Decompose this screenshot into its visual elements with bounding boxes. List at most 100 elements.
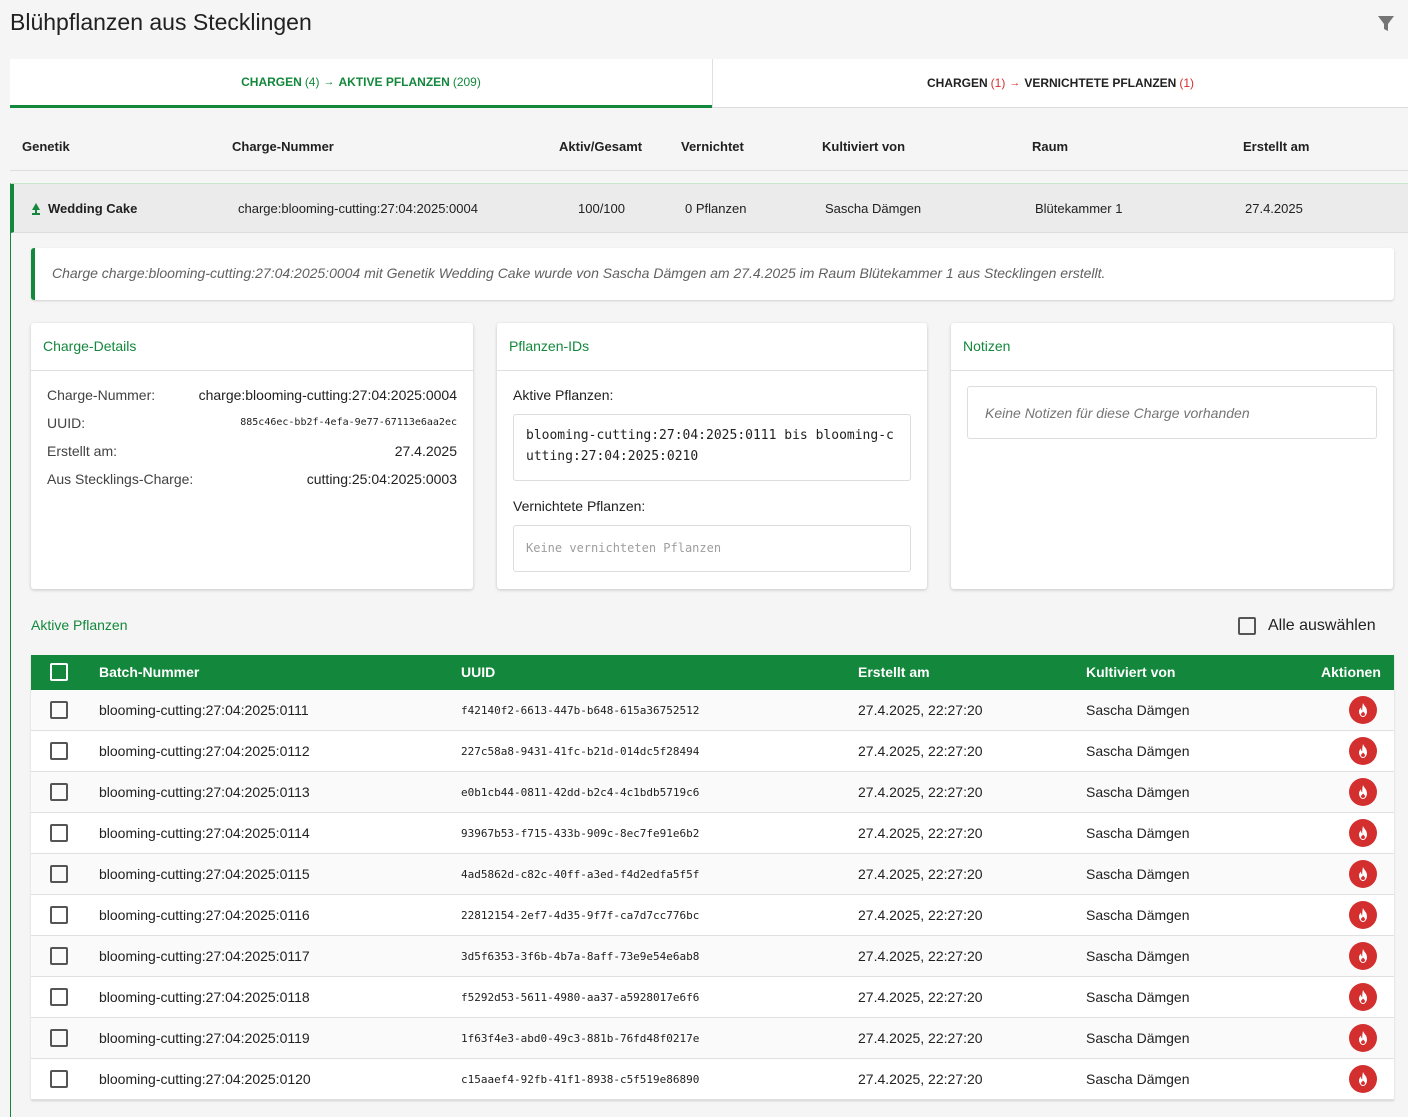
fire-icon	[1359, 867, 1367, 881]
row-select-checkbox[interactable]	[50, 906, 68, 924]
cell-uuid: 1f63f4e3-abd0-49c3-881b-76fd48f0217e	[461, 1032, 700, 1045]
batch-info-text: Charge charge:blooming-cutting:27:04:202…	[52, 265, 1106, 281]
tab-prefix-count: (1)	[990, 76, 1006, 90]
table-row[interactable]: blooming-cutting:27:04:2025:0116 22812154…	[31, 895, 1394, 936]
fire-icon	[1359, 949, 1367, 963]
fire-icon	[1359, 826, 1367, 840]
cell-created: 27.4.2025, 22:27:20	[858, 1030, 983, 1046]
cell-created: 27.4.2025, 22:27:20	[858, 702, 983, 718]
column-header-destroyed: Vernichtet	[681, 139, 744, 154]
table-row[interactable]: blooming-cutting:27:04:2025:0119 1f63f4e3…	[31, 1018, 1394, 1059]
divider	[951, 370, 1393, 371]
tab-prefix: CHARGEN	[926, 76, 988, 90]
cell-created: 27.4.2025, 22:27:20	[858, 1071, 983, 1087]
table-row[interactable]: blooming-cutting:27:04:2025:0114 93967b53…	[31, 813, 1394, 854]
row-select-checkbox[interactable]	[50, 988, 68, 1006]
cell-cultivated-by: Sascha Dämgen	[1086, 784, 1190, 800]
cell-batch-number: blooming-cutting:27:04:2025:0119	[99, 1030, 310, 1046]
column-header-actions: Aktionen	[1321, 664, 1381, 680]
tab-count: (1)	[1179, 76, 1195, 90]
destroy-plant-button[interactable]	[1349, 696, 1377, 724]
batch-destroyed: 0 Pflanzen	[685, 201, 747, 216]
card-title: Charge-Details	[43, 338, 137, 354]
column-header-active-total: Aktiv/Gesamt	[559, 139, 643, 154]
fire-icon	[1359, 1072, 1367, 1086]
select-all-toggle[interactable]: Alle auswählen	[1238, 615, 1376, 637]
cell-batch-number: blooming-cutting:27:04:2025:0117	[99, 948, 310, 964]
arrow-right-icon: →	[323, 76, 335, 88]
column-header-created: Erstellt am	[1243, 139, 1310, 154]
table-row[interactable]: blooming-cutting:27:04:2025:0113 e0b1cb44…	[31, 772, 1394, 813]
cell-created: 27.4.2025, 22:27:20	[858, 907, 983, 923]
row-select-checkbox[interactable]	[50, 742, 68, 760]
destroy-plant-button[interactable]	[1349, 983, 1377, 1011]
detail-value-source: cutting:25:04:2025:0003	[306, 471, 457, 487]
destroy-plant-button[interactable]	[1349, 860, 1377, 888]
select-all-checkbox[interactable]	[1238, 617, 1256, 635]
cell-batch-number: blooming-cutting:27:04:2025:0113	[99, 784, 310, 800]
table-row[interactable]: blooming-cutting:27:04:2025:0115 4ad5862d…	[31, 854, 1394, 895]
destroy-plant-button[interactable]	[1349, 1065, 1377, 1093]
detail-label-created: Erstellt am:	[47, 443, 118, 459]
active-plants-range: blooming-cutting:27:04:2025:0111 bis blo…	[513, 414, 911, 481]
destroy-plant-button[interactable]	[1349, 737, 1377, 765]
table-row[interactable]: blooming-cutting:27:04:2025:0118 f5292d53…	[31, 977, 1394, 1018]
filter-icon	[1378, 16, 1394, 31]
destroy-plant-button[interactable]	[1349, 819, 1377, 847]
tab-count: (209)	[452, 75, 481, 89]
tab-active-plants[interactable]: CHARGEN (4) → AKTIVE PFLANZEN (209)	[10, 59, 712, 108]
active-plants-table: Batch-Nummer UUID Erstellt am Kultiviert…	[31, 655, 1394, 1100]
column-header-batch-number: Batch-Nummer	[99, 664, 200, 680]
destroy-plant-button[interactable]	[1349, 942, 1377, 970]
active-plants-section-title: Aktive Pflanzen	[31, 617, 128, 633]
batch-cultivated-by: Sascha Dämgen	[825, 201, 922, 216]
cell-batch-number: blooming-cutting:27:04:2025:0118	[99, 989, 310, 1005]
header-select-checkbox[interactable]	[50, 663, 68, 681]
row-select-checkbox[interactable]	[50, 783, 68, 801]
table-row[interactable]: blooming-cutting:27:04:2025:0111 f42140f2…	[31, 690, 1394, 731]
table-row[interactable]: blooming-cutting:27:04:2025:0117 3d5f6353…	[31, 936, 1394, 977]
row-select-checkbox[interactable]	[50, 824, 68, 842]
fire-icon	[1359, 990, 1367, 1004]
cell-batch-number: blooming-cutting:27:04:2025:0114	[99, 825, 310, 841]
cell-batch-number: blooming-cutting:27:04:2025:0112	[99, 743, 310, 759]
tab-prefix: CHARGEN	[241, 75, 302, 89]
column-header-genetics: Genetik	[22, 139, 70, 154]
row-select-checkbox[interactable]	[50, 1070, 68, 1088]
cell-created: 27.4.2025, 22:27:20	[858, 866, 983, 882]
destroyed-plants-value: Keine vernichteten Pflanzen	[513, 525, 911, 572]
batch-row[interactable]: Wedding Cake charge:blooming-cutting:27:…	[11, 184, 1408, 233]
destroy-plant-button[interactable]	[1349, 901, 1377, 929]
tab-destroyed-plants[interactable]: CHARGEN (1) → VERNICHTETE PFLANZEN (1)	[712, 59, 1408, 107]
destroy-plant-button[interactable]	[1349, 778, 1377, 806]
cell-created: 27.4.2025, 22:27:20	[858, 743, 983, 759]
cell-uuid: f5292d53-5611-4980-aa37-a5928017e6f6	[461, 991, 700, 1004]
batch-number: charge:blooming-cutting:27:04:2025:0004	[238, 201, 478, 216]
table-row[interactable]: blooming-cutting:27:04:2025:0112 227c58a8…	[31, 731, 1394, 772]
fire-icon	[1359, 703, 1367, 717]
notes-empty-text: Keine Notizen für diese Charge vorhanden	[985, 405, 1250, 421]
cell-created: 27.4.2025, 22:27:20	[858, 825, 983, 841]
row-select-checkbox[interactable]	[50, 865, 68, 883]
destroy-plant-button[interactable]	[1349, 1024, 1377, 1052]
row-select-checkbox[interactable]	[50, 701, 68, 719]
row-select-checkbox[interactable]	[50, 1029, 68, 1047]
cell-uuid: e0b1cb44-0811-42dd-b2c4-4c1bdb5719c6	[461, 786, 700, 799]
detail-label-source: Aus Stecklings-Charge:	[47, 471, 194, 487]
page-header: Blühpflanzen aus Stecklingen	[0, 0, 1408, 48]
column-header-room: Raum	[1032, 139, 1069, 154]
charge-details-card: Charge-Details Charge-Nummer: charge:blo…	[31, 323, 473, 589]
card-title: Pflanzen-IDs	[509, 338, 590, 354]
arrow-right-icon: →	[1009, 77, 1021, 89]
fire-icon	[1359, 1031, 1367, 1045]
cell-uuid: 4ad5862d-c82c-40ff-a3ed-f4d2edfa5f5f	[461, 868, 700, 881]
cell-uuid: 227c58a8-9431-41fc-b21d-014dc5f28494	[461, 745, 700, 758]
filter-button[interactable]	[1374, 12, 1398, 36]
cell-cultivated-by: Sascha Dämgen	[1086, 948, 1190, 964]
column-header-created: Erstellt am	[858, 664, 930, 680]
plant-icon	[32, 203, 40, 215]
detail-value-number: charge:blooming-cutting:27:04:2025:0004	[198, 387, 457, 403]
row-select-checkbox[interactable]	[50, 947, 68, 965]
table-row[interactable]: blooming-cutting:27:04:2025:0120 c15aaef4…	[31, 1059, 1394, 1100]
column-header-batch-number: Charge-Nummer	[232, 139, 334, 154]
